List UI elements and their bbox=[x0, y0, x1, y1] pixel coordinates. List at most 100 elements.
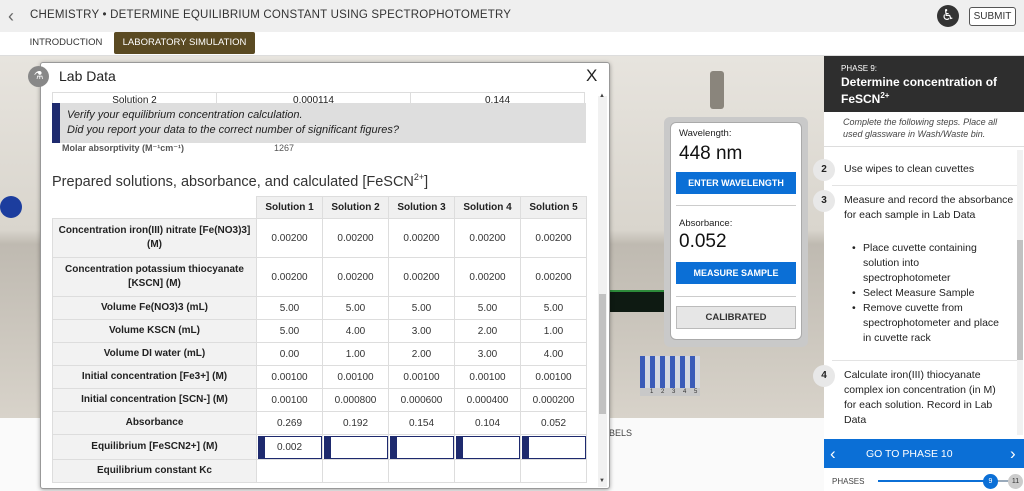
equilibrium-input-2[interactable] bbox=[323, 435, 388, 459]
steps-scroll-thumb[interactable] bbox=[1017, 240, 1023, 360]
table-cell: 0.00200 bbox=[322, 257, 389, 297]
table-cell: 1.00 bbox=[520, 319, 587, 343]
equilibrium-row: Equilibrium [FeSCN2+] (M) 0.002 bbox=[52, 434, 587, 460]
enter-wavelength-button[interactable]: ENTER WAVELENGTH bbox=[676, 172, 796, 194]
equilibrium-input-4[interactable] bbox=[455, 435, 520, 459]
table-row: Volume Fe(NO3)3 (mL) 5.00 5.00 5.00 5.00… bbox=[52, 296, 587, 320]
input-cell bbox=[520, 434, 587, 460]
table-cell: 0.00200 bbox=[520, 218, 587, 258]
table-row: Initial concentration [SCN-] (M) 0.00100… bbox=[52, 388, 587, 412]
scroll-down-icon[interactable]: ▼ bbox=[599, 478, 605, 484]
tab-introduction[interactable]: INTRODUCTION bbox=[22, 32, 110, 54]
phase-number: PHASE 9: bbox=[841, 64, 878, 73]
step-bullet: Remove cuvette from spectrophotometer an… bbox=[848, 301, 1008, 346]
table-cell: 0.000400 bbox=[454, 388, 521, 412]
input-cell bbox=[388, 434, 455, 460]
step-bullets: Place cuvette containing solution into s… bbox=[848, 241, 1008, 346]
wavelength-value: 448 nm bbox=[679, 143, 743, 164]
chevron-left-icon[interactable]: ‹ bbox=[830, 444, 836, 464]
step-text: Calculate iron(III) thiocyanate complex … bbox=[844, 369, 996, 426]
panel-divider bbox=[676, 205, 796, 206]
table-cell: 2.00 bbox=[388, 342, 455, 366]
phase-instructions: Complete the following steps. Place all … bbox=[843, 117, 998, 139]
row-label: Concentration potassium thiocyanate [KSC… bbox=[52, 257, 257, 297]
table-cell: 5.00 bbox=[388, 296, 455, 320]
chevron-right-icon[interactable]: › bbox=[1010, 444, 1016, 464]
table-cell: 3.00 bbox=[388, 319, 455, 343]
wavelength-label: Wavelength: bbox=[679, 128, 732, 139]
equilibrium-input-5[interactable] bbox=[521, 435, 586, 459]
column-header: Solution 3 bbox=[388, 196, 455, 219]
input-cell: 0.002 bbox=[256, 434, 323, 460]
row-label: Equilibrium [FeSCN2+] (M) bbox=[52, 434, 257, 460]
activity-title: CHEMISTRY • DETERMINE EQUILIBRIUM CONSTA… bbox=[30, 9, 512, 21]
close-icon[interactable]: X bbox=[586, 66, 597, 86]
table-cell: 0.192 bbox=[322, 411, 389, 435]
step-text: Use wipes to clean cuvettes bbox=[844, 163, 975, 175]
current-phase-marker[interactable]: 9 bbox=[983, 474, 998, 489]
table-cell: 4.00 bbox=[322, 319, 389, 343]
table-cell: 0.00200 bbox=[388, 257, 455, 297]
blue-wash-bottle[interactable] bbox=[0, 196, 22, 218]
last-phase-marker[interactable]: 11 bbox=[1008, 474, 1023, 489]
phase-title-text: Determine concentration of FeSCN bbox=[841, 75, 998, 106]
table-cell: 0.000800 bbox=[322, 388, 389, 412]
spectrophotometer-device[interactable] bbox=[610, 290, 668, 312]
table-row: Initial concentration [Fe3+] (M) 0.00100… bbox=[52, 365, 587, 389]
table-cell: 0.000600 bbox=[388, 388, 455, 412]
table-cell: 3.00 bbox=[454, 342, 521, 366]
table-corner bbox=[52, 196, 257, 219]
reagent-bottle[interactable] bbox=[710, 71, 724, 109]
modal-scrollbar[interactable] bbox=[598, 96, 607, 487]
modal-scroll-thumb[interactable] bbox=[599, 294, 606, 414]
equilibrium-constant-row: Equilibrium constant Kc bbox=[52, 459, 587, 483]
table-row: Volume KSCN (mL) 5.00 4.00 3.00 2.00 1.0… bbox=[52, 319, 587, 343]
section-title-superscript: 2+ bbox=[413, 172, 425, 182]
table-cell: 5.00 bbox=[454, 296, 521, 320]
column-header: Solution 1 bbox=[256, 196, 323, 219]
step-number: 2 bbox=[813, 159, 835, 181]
notice-line-2: Did you report your data to the correct … bbox=[67, 124, 400, 136]
table-cell: 0.00200 bbox=[388, 218, 455, 258]
step-bullet: Select Measure Sample bbox=[848, 286, 1008, 301]
table-cell: 5.00 bbox=[322, 296, 389, 320]
panel-divider bbox=[676, 296, 796, 297]
table-cell: 0.00200 bbox=[322, 218, 389, 258]
step-text: Measure and record the absorbance for ea… bbox=[844, 194, 1014, 221]
table-cell: 0.00200 bbox=[454, 257, 521, 297]
back-chevron-icon[interactable]: ‹ bbox=[8, 6, 14, 26]
row-label: Volume Fe(NO3)3 (mL) bbox=[52, 296, 257, 320]
table-cell bbox=[520, 459, 587, 483]
modal-title: Lab Data bbox=[59, 68, 116, 84]
calibrated-button[interactable]: CALIBRATED bbox=[676, 306, 796, 329]
measure-sample-button[interactable]: MEASURE SAMPLE bbox=[676, 262, 796, 284]
equilibrium-input-1[interactable]: 0.002 bbox=[257, 435, 322, 459]
table-cell: 1.00 bbox=[322, 342, 389, 366]
equilibrium-input-3[interactable] bbox=[389, 435, 454, 459]
phase-title-superscript: 2+ bbox=[880, 91, 890, 100]
table-cell: 0.00 bbox=[256, 342, 323, 366]
table-row: Concentration iron(III) nitrate [Fe(NO3)… bbox=[52, 218, 587, 258]
molar-absorptivity-row: Molar absorptivity (M⁻¹cm⁻¹) 1267 bbox=[52, 143, 352, 157]
section-title: Prepared solutions, absorbance, and calc… bbox=[52, 172, 428, 190]
tab-bar: INTRODUCTION LABORATORY SIMULATION bbox=[0, 32, 1024, 56]
table-cell: 0.00100 bbox=[388, 365, 455, 389]
row-label: Volume KSCN (mL) bbox=[52, 319, 257, 343]
notice-line-1: Verify your equilibrium concentration ca… bbox=[67, 109, 303, 121]
absorbance-value: 0.052 bbox=[679, 231, 727, 252]
table-cell: 4.00 bbox=[520, 342, 587, 366]
submit-button[interactable]: SUBMIT bbox=[969, 7, 1016, 26]
row-label: Absorbance bbox=[52, 411, 257, 435]
table-row: Volume DI water (mL) 0.00 1.00 2.00 3.00… bbox=[52, 342, 587, 366]
go-to-phase-label[interactable]: GO TO PHASE 10 bbox=[866, 448, 953, 460]
tab-laboratory-simulation[interactable]: LABORATORY SIMULATION bbox=[114, 32, 255, 54]
molar-absorptivity-label: Molar absorptivity (M⁻¹cm⁻¹) bbox=[62, 143, 185, 153]
scroll-up-icon[interactable]: ▲ bbox=[599, 93, 605, 99]
table-cell bbox=[388, 459, 455, 483]
top-header: ‹ CHEMISTRY • DETERMINE EQUILIBRIUM CONS… bbox=[0, 0, 1024, 32]
accessibility-icon[interactable]: ♿ bbox=[937, 5, 959, 27]
row-label: Initial concentration [Fe3+] (M) bbox=[52, 365, 257, 389]
table-cell: 0.00200 bbox=[256, 257, 323, 297]
phase-title: Determine concentration of FeSCN2+ bbox=[841, 76, 1019, 106]
table-cell: 0.269 bbox=[256, 411, 323, 435]
